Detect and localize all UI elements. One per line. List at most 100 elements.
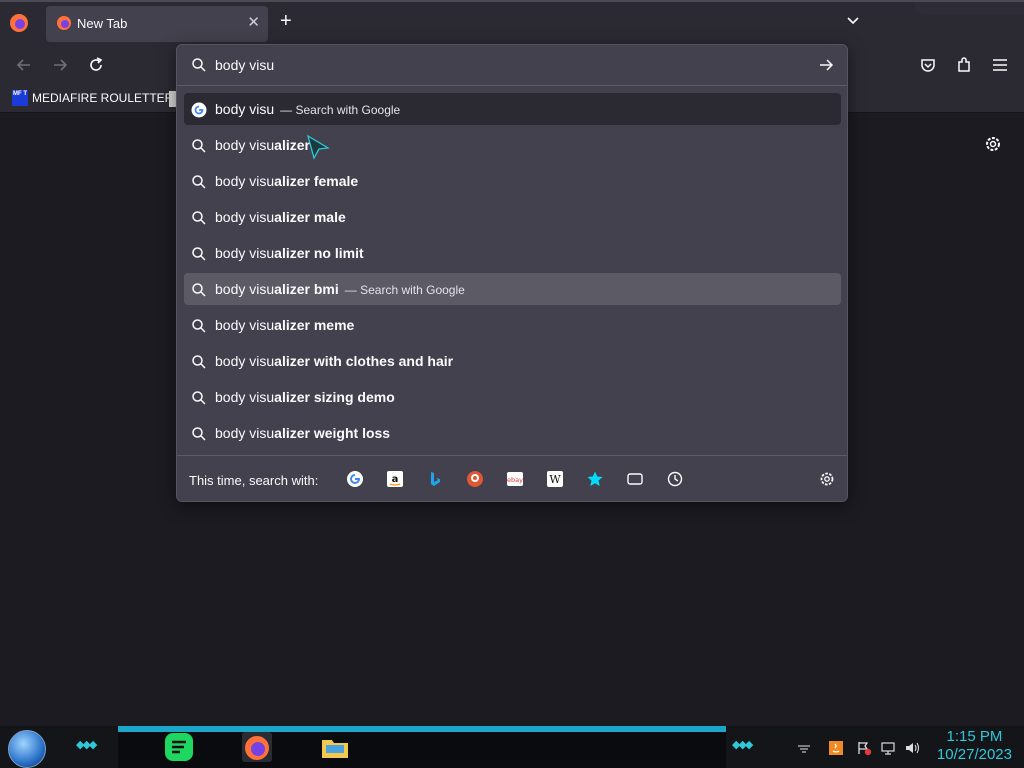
suggestion-text: body visualizer sizing demo [215,389,395,405]
close-tab-icon[interactable]: ✕ [247,13,260,31]
suggestion-typed: body visu [215,101,275,117]
suggestion-typed: body visu [215,353,275,369]
suggestion-completion: alizer [274,137,310,153]
svg-text:ebay: ebay [507,476,523,484]
file-explorer-app-icon[interactable] [320,732,350,762]
suggestion-completion: alizer with clothes and hair [274,353,454,369]
suggestion-row[interactable]: body visualizer female [184,165,841,197]
search-settings-gear-icon[interactable] [818,470,836,488]
tray-java-icon[interactable] [828,740,844,756]
suggestion-row[interactable]: body visualizer meme [184,309,841,341]
urlbar-dropdown: body visu— Search with Googlebody visual… [176,44,848,502]
bookmarks-star-icon[interactable] [586,470,604,488]
google-icon [191,102,207,118]
suggestion-action: — Search with Google [344,283,465,297]
suggestion-typed: body visu [215,173,275,189]
suggestion-text: body visualizer meme [215,317,354,333]
suggestion-completion: alizer bmi [274,281,339,297]
suggestion-typed: body visu [215,389,275,405]
firefox-view-icon[interactable] [8,12,30,34]
search-icon [192,319,206,333]
suggestion-text: body visualizer weight loss [215,425,390,441]
search-icon [192,211,206,225]
search-icon [192,283,206,297]
search-icon [192,58,206,72]
suggestion-text: body visualizer bmi — Search with Google [215,281,465,297]
bookmark-mediafire-rouletter[interactable]: MEDIAFIRE ROULETTER [32,91,173,105]
tab-title: New Tab [77,16,128,31]
start-orb-button[interactable] [8,730,46,768]
url-input[interactable] [215,53,775,77]
suggestion-text: body visu — Search with Google [215,101,400,117]
tray-network-icon[interactable] [880,740,896,756]
hamburger-menu-icon[interactable] [990,55,1010,75]
google-icon[interactable] [346,470,364,488]
suggestion-typed: body visu [215,317,275,333]
history-icon[interactable] [666,470,684,488]
svg-text:a: a [392,474,399,485]
suggestion-row[interactable]: body visu — Search with Google [184,93,841,125]
tray-volume-icon[interactable] [904,740,920,756]
suggestion-completion: alizer male [274,209,346,225]
suggestion-text: body visualizer male [215,209,346,225]
suggestion-typed: body visu [215,137,275,153]
search-icon [192,355,206,369]
window-frame-decoration [914,2,1024,14]
suggestion-typed: body visu [215,245,275,261]
go-arrow-icon[interactable] [818,57,834,73]
suggestion-action: — Search with Google [280,103,401,117]
tabs-icon[interactable] [626,470,644,488]
mouse-cursor-icon [306,134,330,160]
amazon-icon[interactable]: a [386,470,404,488]
suggestion-typed: body visu [215,425,275,441]
tray-chevron-icon[interactable] [796,740,812,756]
search-icon [192,139,206,153]
back-arrow-icon[interactable] [14,55,34,75]
clock-time: 1:15 PM [946,728,1003,745]
suggestion-row[interactable]: body visualizer weight loss [184,417,841,449]
chevron-down-icon[interactable] [846,14,860,28]
gear-icon[interactable] [983,134,1003,154]
new-tab-icon[interactable]: + [280,10,292,33]
duckduckgo-icon[interactable] [466,470,484,488]
bing-icon[interactable] [426,470,444,488]
tray-action-center-flag-icon[interactable] [856,740,872,756]
taskbar: ◆◆◆ ◆◆◆ 1:15 PM 10/27/2023 [0,726,1024,768]
spotify-app-icon[interactable] [164,732,194,762]
suggestion-row[interactable]: body visualizer bmi — Search with Google [184,273,841,305]
suggestion-typed: body visu [215,281,275,297]
search-icon [192,175,206,189]
suggestion-row[interactable]: body visualizer with clothes and hair [184,345,841,377]
forward-arrow-icon[interactable] [50,55,70,75]
suggestion-row[interactable]: body visualizer [184,129,841,161]
clock-date: 10/27/2023 [936,746,1012,763]
suggestion-completion: alizer no limit [274,245,364,261]
search-shortcuts-footer: This time, search with: a ebay W [177,455,847,502]
taskbar-clock[interactable]: 1:15 PM 10/27/2023 [937,728,1012,764]
suggestion-text: body visualizer no limit [215,245,364,261]
pocket-icon[interactable] [918,55,938,75]
search-with-label: This time, search with: [189,473,319,488]
suggestion-text: body visualizer with clothes and hair [215,353,453,369]
reload-icon[interactable] [86,55,106,75]
wikipedia-icon[interactable]: W [546,470,564,488]
taskbar-deco-right-icon: ◆◆◆ [732,739,753,751]
tab-bar: New Tab ✕ + [0,0,1024,44]
suggestion-completion: alizer sizing demo [274,389,395,405]
firefox-app-icon[interactable] [242,732,272,762]
suggestion-row[interactable]: body visualizer sizing demo [184,381,841,413]
taskbar-deco-left-icon: ◆◆◆ [76,739,97,751]
extensions-puzzle-icon[interactable] [954,55,974,75]
ebay-icon[interactable]: ebay [506,470,524,488]
svg-text:W: W [549,473,561,486]
suggestion-completion: alizer meme [274,317,355,333]
tab-new-tab[interactable]: New Tab ✕ [46,6,268,42]
suggestion-row[interactable]: body visualizer male [184,201,841,233]
search-icon [192,391,206,405]
search-icon [192,427,206,441]
search-icon [192,247,206,261]
firefox-favicon-icon [57,16,71,30]
suggestion-text: body visualizer female [215,173,358,189]
suggestion-row[interactable]: body visualizer no limit [184,237,841,269]
taskbar-apps-area [118,732,726,768]
